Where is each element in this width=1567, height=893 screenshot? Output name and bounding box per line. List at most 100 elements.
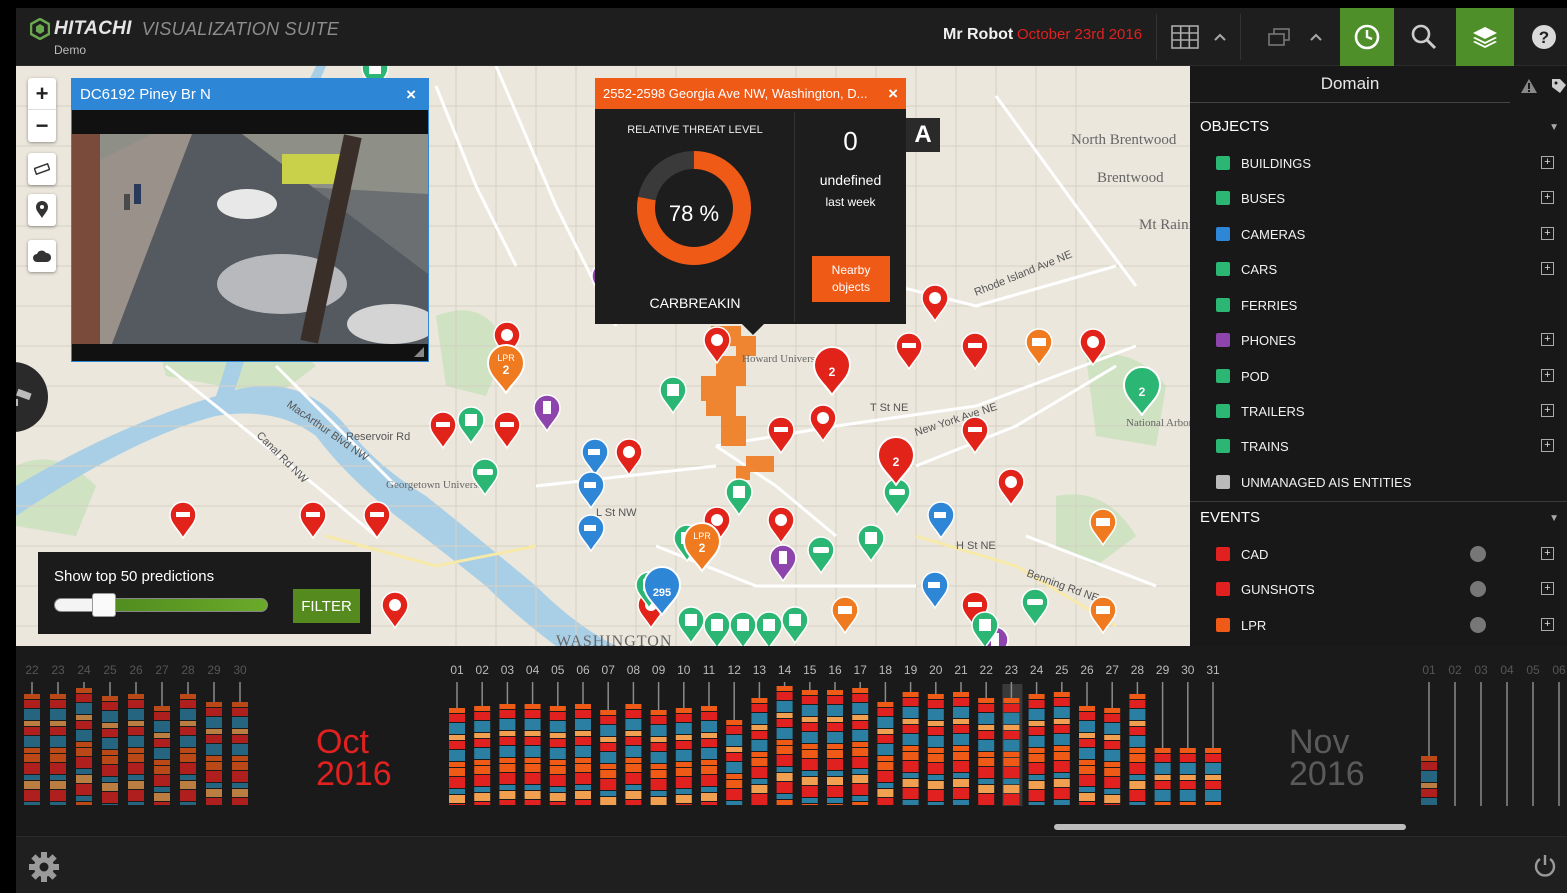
gunshot-marker[interactable]: [362, 501, 392, 539]
phone-marker[interactable]: [768, 544, 798, 582]
add-icon[interactable]: +: [1541, 227, 1554, 240]
gunshot-marker[interactable]: [894, 332, 924, 370]
gunshot-marker[interactable]: [960, 416, 990, 454]
layer-toggle[interactable]: [1470, 546, 1486, 562]
cad-cluster[interactable]: 2: [876, 436, 916, 487]
cad-marker[interactable]: [920, 284, 950, 322]
cad-marker[interactable]: [808, 404, 838, 442]
lpr-cluster[interactable]: LPR 2: [486, 344, 526, 395]
cad-marker[interactable]: [1078, 328, 1108, 366]
layer-unmanaged-ais[interactable]: UNMANAGED AIS ENTITIES: [1216, 472, 1556, 492]
layer-cameras[interactable]: CAMERAS +: [1216, 224, 1556, 244]
help-button[interactable]: ?: [1524, 8, 1564, 66]
car-marker[interactable]: [806, 536, 836, 574]
cad-cluster[interactable]: 2: [812, 346, 852, 397]
phone-marker[interactable]: [532, 394, 562, 432]
layer-buses[interactable]: BUSES +: [1216, 188, 1556, 208]
layer-trains[interactable]: TRAINS +: [1216, 436, 1556, 456]
map-view[interactable]: North Brentwood Brentwood Mt Rainier WAS…: [16, 66, 1190, 646]
predictions-slider-track[interactable]: [54, 598, 268, 612]
gunshot-marker[interactable]: [168, 501, 198, 539]
resize-handle-icon[interactable]: [414, 347, 424, 357]
events-header[interactable]: EVENTS: [1200, 509, 1260, 526]
layer-trailers[interactable]: TRAILERS +: [1216, 401, 1556, 421]
add-icon[interactable]: +: [1541, 369, 1554, 382]
chevron-down-icon[interactable]: ▼: [1549, 513, 1559, 524]
tag-icon[interactable]: [1551, 78, 1567, 94]
add-icon[interactable]: +: [1541, 547, 1554, 560]
cad-marker[interactable]: [766, 506, 796, 544]
gear-icon[interactable]: [28, 851, 60, 883]
close-icon[interactable]: ×: [406, 85, 416, 105]
lpr-marker[interactable]: [1088, 596, 1118, 634]
weather-button[interactable]: [28, 240, 56, 272]
filter-button[interactable]: FILTER: [293, 589, 360, 623]
cad-marker[interactable]: [614, 438, 644, 476]
lpr-marker[interactable]: [830, 596, 860, 634]
timeline-scrollbar[interactable]: [1054, 824, 1406, 830]
add-icon[interactable]: +: [1541, 404, 1554, 417]
camera-feed[interactable]: [72, 134, 428, 344]
building-marker[interactable]: [724, 478, 754, 516]
predictions-slider-thumb[interactable]: [91, 593, 116, 617]
add-icon[interactable]: +: [1541, 439, 1554, 452]
add-icon[interactable]: +: [1541, 333, 1554, 346]
camera-marker[interactable]: [576, 514, 606, 552]
add-icon[interactable]: +: [1541, 191, 1554, 204]
layer-buildings[interactable]: BUILDINGS +: [1216, 153, 1556, 173]
marker-tool-button[interactable]: [28, 194, 56, 226]
layer-cad[interactable]: CAD +: [1216, 544, 1556, 564]
camera-marker[interactable]: [920, 571, 950, 609]
layers-button[interactable]: [1456, 8, 1514, 66]
layer-toggle[interactable]: [1470, 581, 1486, 597]
cad-marker[interactable]: [702, 326, 732, 364]
layer-phones[interactable]: PHONES +: [1216, 330, 1556, 350]
search-button[interactable]: [1398, 8, 1450, 66]
gunshot-marker[interactable]: [492, 411, 522, 449]
car-marker[interactable]: [470, 458, 500, 496]
gunshot-marker[interactable]: [766, 416, 796, 454]
nearby-objects-button[interactable]: Nearby objects: [812, 256, 890, 302]
car-marker[interactable]: [1020, 588, 1050, 626]
lpr-marker[interactable]: [1088, 508, 1118, 546]
social-cluster[interactable]: 295: [642, 566, 682, 617]
zoom-in-button[interactable]: +: [28, 78, 56, 110]
close-icon[interactable]: ×: [888, 84, 898, 104]
clock-button[interactable]: [1340, 8, 1394, 66]
grid-dropdown-button[interactable]: [1208, 8, 1232, 66]
building-marker[interactable]: [658, 376, 688, 414]
grid-view-button[interactable]: [1164, 8, 1206, 66]
layer-ferries[interactable]: FERRIES: [1216, 295, 1556, 315]
building-marker[interactable]: [970, 611, 1000, 646]
windows-button[interactable]: [1262, 8, 1296, 66]
cad-marker[interactable]: [996, 468, 1026, 506]
gunshot-marker[interactable]: [960, 332, 990, 370]
map-mode-badge[interactable]: A: [906, 118, 940, 152]
building-marker[interactable]: [780, 606, 810, 644]
layer-pod[interactable]: POD +: [1216, 366, 1556, 386]
windows-dropdown-button[interactable]: [1304, 8, 1328, 66]
threat-popup-header[interactable]: 2552-2598 Georgia Ave NW, Washington, D.…: [595, 78, 906, 109]
timeline[interactable]: 22 23 24 25 26 27 28 29 30 01 02 03 04 05 06 07 08 09 10 11…: [16, 646, 1567, 836]
gunshot-marker[interactable]: [298, 501, 328, 539]
bus-cluster[interactable]: 2: [1122, 366, 1162, 417]
add-icon[interactable]: +: [1541, 156, 1554, 169]
user-name[interactable]: Mr Robot: [943, 26, 1013, 44]
layer-cars[interactable]: CARS +: [1216, 259, 1556, 279]
ruler-button[interactable]: [28, 153, 56, 185]
camera-popup-header[interactable]: DC6192 Piney Br N: [72, 79, 428, 110]
layer-gunshots[interactable]: GUNSHOTS +: [1216, 579, 1556, 599]
add-icon[interactable]: +: [1541, 262, 1554, 275]
add-icon[interactable]: +: [1541, 582, 1554, 595]
power-icon[interactable]: [1532, 853, 1558, 879]
chevron-down-icon[interactable]: ▼: [1549, 122, 1559, 133]
layer-toggle[interactable]: [1470, 617, 1486, 633]
building-marker[interactable]: [456, 406, 486, 444]
camera-marker[interactable]: [576, 471, 606, 509]
gunshot-marker[interactable]: [428, 411, 458, 449]
zoom-out-button[interactable]: −: [28, 110, 56, 142]
lpr-marker[interactable]: [1024, 328, 1054, 366]
lpr-cluster[interactable]: LPR 2: [682, 522, 722, 573]
warning-icon[interactable]: [1520, 78, 1538, 94]
objects-header[interactable]: OBJECTS: [1200, 118, 1269, 135]
